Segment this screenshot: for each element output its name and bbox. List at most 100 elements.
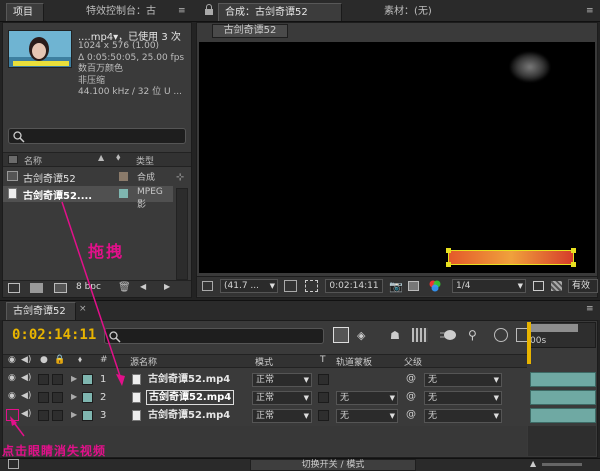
draft-3d-icon[interactable]: ◈ [357,329,365,342]
label-color-swatch[interactable] [82,392,93,403]
scroll-left-icon[interactable]: ◀ [140,282,146,291]
layer-row[interactable]: ◉ ◀) ▶ 2 古剑奇谭52.mp4 正常 ▼ 无 ▼ @ 无 ▼ [0,389,600,406]
eye-icon[interactable]: ◉ [8,391,16,401]
layer-handle[interactable] [446,248,451,253]
bpc-toggle[interactable]: 8 bpc [76,282,101,292]
layer-row[interactable]: ◀) ▶ 3 古剑奇谭52.mp4 正常 ▼ 无 ▼ @ 无 ▼ [0,407,600,424]
transparency-grid-icon[interactable] [551,281,562,291]
lock-toggle[interactable] [52,374,63,385]
panel-menu-icon[interactable]: ≡ [178,6,186,16]
lock-switch-icon[interactable]: 🔒 [54,355,65,365]
work-area-bar[interactable] [528,324,578,332]
mode-dropdown[interactable]: 正常 ▼ [252,373,312,387]
always-preview-icon[interactable] [202,281,213,291]
zoom-dropdown[interactable]: (41.7 ... ▼ [220,279,278,293]
video-switch-icon[interactable]: ◉ [8,355,16,365]
frame-blending-icon[interactable] [412,328,428,342]
motion-blur-icon[interactable] [440,328,458,342]
sort-arrow-icon[interactable]: ▲ [98,153,104,162]
preserve-transparency-toggle[interactable] [318,392,329,403]
active-camera-label[interactable]: 有效 [568,279,598,293]
speaker-icon[interactable]: ◀) [21,391,31,401]
layer-row[interactable]: ◉ ◀) ▶ 1 古剑奇谭52.mp4 正常 ▼ @ 无 ▼ [0,371,600,388]
layer-handle[interactable] [446,262,451,267]
label-header-icon[interactable]: ⬧ [78,355,82,365]
column-parent[interactable]: 父级 [404,355,422,368]
preserve-transparency-toggle[interactable] [318,374,329,385]
zoom-out-icon[interactable]: ▲ [530,459,536,468]
resolution-dropdown[interactable]: 1/4 ▼ [452,279,526,293]
new-composition-icon[interactable] [54,283,67,293]
expand-arrow-icon[interactable]: ▶ [71,410,77,419]
brainstorm-icon[interactable] [494,328,508,342]
trash-icon[interactable]: 🗑 [118,282,131,293]
toggle-switches-modes-button[interactable]: 切换开关 / 模式 [250,459,416,471]
tab-composition[interactable]: 合成：古剑奇谭52 [218,3,342,21]
speaker-icon[interactable]: ◀) [21,409,31,419]
safe-margins-icon[interactable] [284,280,297,292]
parent-dropdown[interactable]: 无 ▼ [424,391,502,405]
subtitle-layer[interactable] [448,250,574,265]
parent-dropdown[interactable]: 无 ▼ [424,373,502,387]
pick-whip-icon[interactable]: @ [406,373,416,384]
column-source-name[interactable]: 源名称 [130,355,157,368]
layer-duration-bar[interactable] [530,408,596,423]
pick-whip-icon[interactable]: @ [406,391,416,402]
track-matte-dropdown[interactable]: 无 ▼ [336,409,398,423]
audio-switch-icon[interactable]: ◀) [21,355,31,365]
parent-dropdown[interactable]: 无 ▼ [424,409,502,423]
composition-name-button[interactable]: 古剑奇谭52 [212,24,288,38]
column-type[interactable]: 类型 [136,154,154,167]
tab-effect-controls[interactable]: 特效控制台：古 [80,3,166,21]
solo-toggle[interactable] [38,410,49,421]
camera-snapshot-icon[interactable]: 📷 [389,280,403,293]
hide-shy-layers-icon[interactable]: ☗ [390,329,400,342]
project-item-footage[interactable]: 古剑奇谭52.... MPEG 影 [3,186,173,210]
graph-editor-icon[interactable]: ⚲ [468,328,477,342]
project-item-composition[interactable]: 古剑奇谭52 合成 [3,169,173,185]
timeline-timecode[interactable]: 0:02:14:11 [12,327,96,343]
layer-source-name[interactable]: 古剑奇谭52.mp4 [148,408,230,423]
layer-duration-bar[interactable] [530,372,596,387]
mode-dropdown[interactable]: 正常 ▼ [252,391,312,405]
speaker-icon[interactable]: ◀) [21,373,31,383]
viewer-timecode[interactable]: 0:02:14:11 [325,279,383,293]
mask-visibility-icon[interactable] [305,280,318,292]
tab-footage[interactable]: 素材：(无) [378,3,448,21]
mode-dropdown[interactable]: 正常 ▼ [252,409,312,423]
interpret-footage-icon[interactable] [8,283,20,293]
panel-menu-icon[interactable]: ≡ [586,6,594,16]
flowchart-icon[interactable]: ⊹ [176,172,184,183]
tab-project[interactable]: 项目 [6,3,44,21]
project-scrollbar[interactable] [176,188,188,280]
layer-duration-bar[interactable] [530,390,596,405]
track-matte-dropdown[interactable]: 无 ▼ [336,391,398,405]
label-color-swatch[interactable] [82,374,93,385]
lock-toggle[interactable] [52,410,63,421]
tab-timeline[interactable]: 古剑奇谭52 [6,302,76,320]
timeline-search-input[interactable] [104,328,324,344]
panel-menu-icon[interactable]: ≡ [586,304,594,314]
region-of-interest-icon[interactable] [533,281,544,291]
eye-icon[interactable]: ◉ [8,373,16,383]
zoom-slider[interactable] [542,463,582,466]
project-search-input[interactable] [8,128,186,144]
column-mode[interactable]: 模式 [255,355,273,368]
layer-handle[interactable] [571,248,576,253]
tag-icon[interactable]: ⬧ [116,152,121,163]
timeline-close-icon[interactable]: × [79,304,87,314]
scroll-right-icon[interactable]: ▶ [164,282,170,291]
color-channel-icon[interactable] [428,279,442,293]
layer-source-name[interactable]: 古剑奇谭52.mp4 [148,372,230,387]
expand-panes-icon[interactable] [8,459,19,469]
current-time-indicator[interactable] [527,322,531,364]
expand-arrow-icon[interactable]: ▶ [71,392,77,401]
eye-toggle-empty[interactable] [6,409,19,421]
column-name[interactable]: 名称 [24,154,42,167]
preserve-transparency-toggle[interactable] [318,410,329,421]
layer-handle[interactable] [571,262,576,267]
column-track-matte[interactable]: 轨道蒙板 [336,355,372,368]
layer-source-name[interactable]: 古剑奇谭52.mp4 [146,390,235,405]
expand-arrow-icon[interactable]: ▶ [71,374,77,383]
label-color-swatch[interactable] [82,410,93,421]
